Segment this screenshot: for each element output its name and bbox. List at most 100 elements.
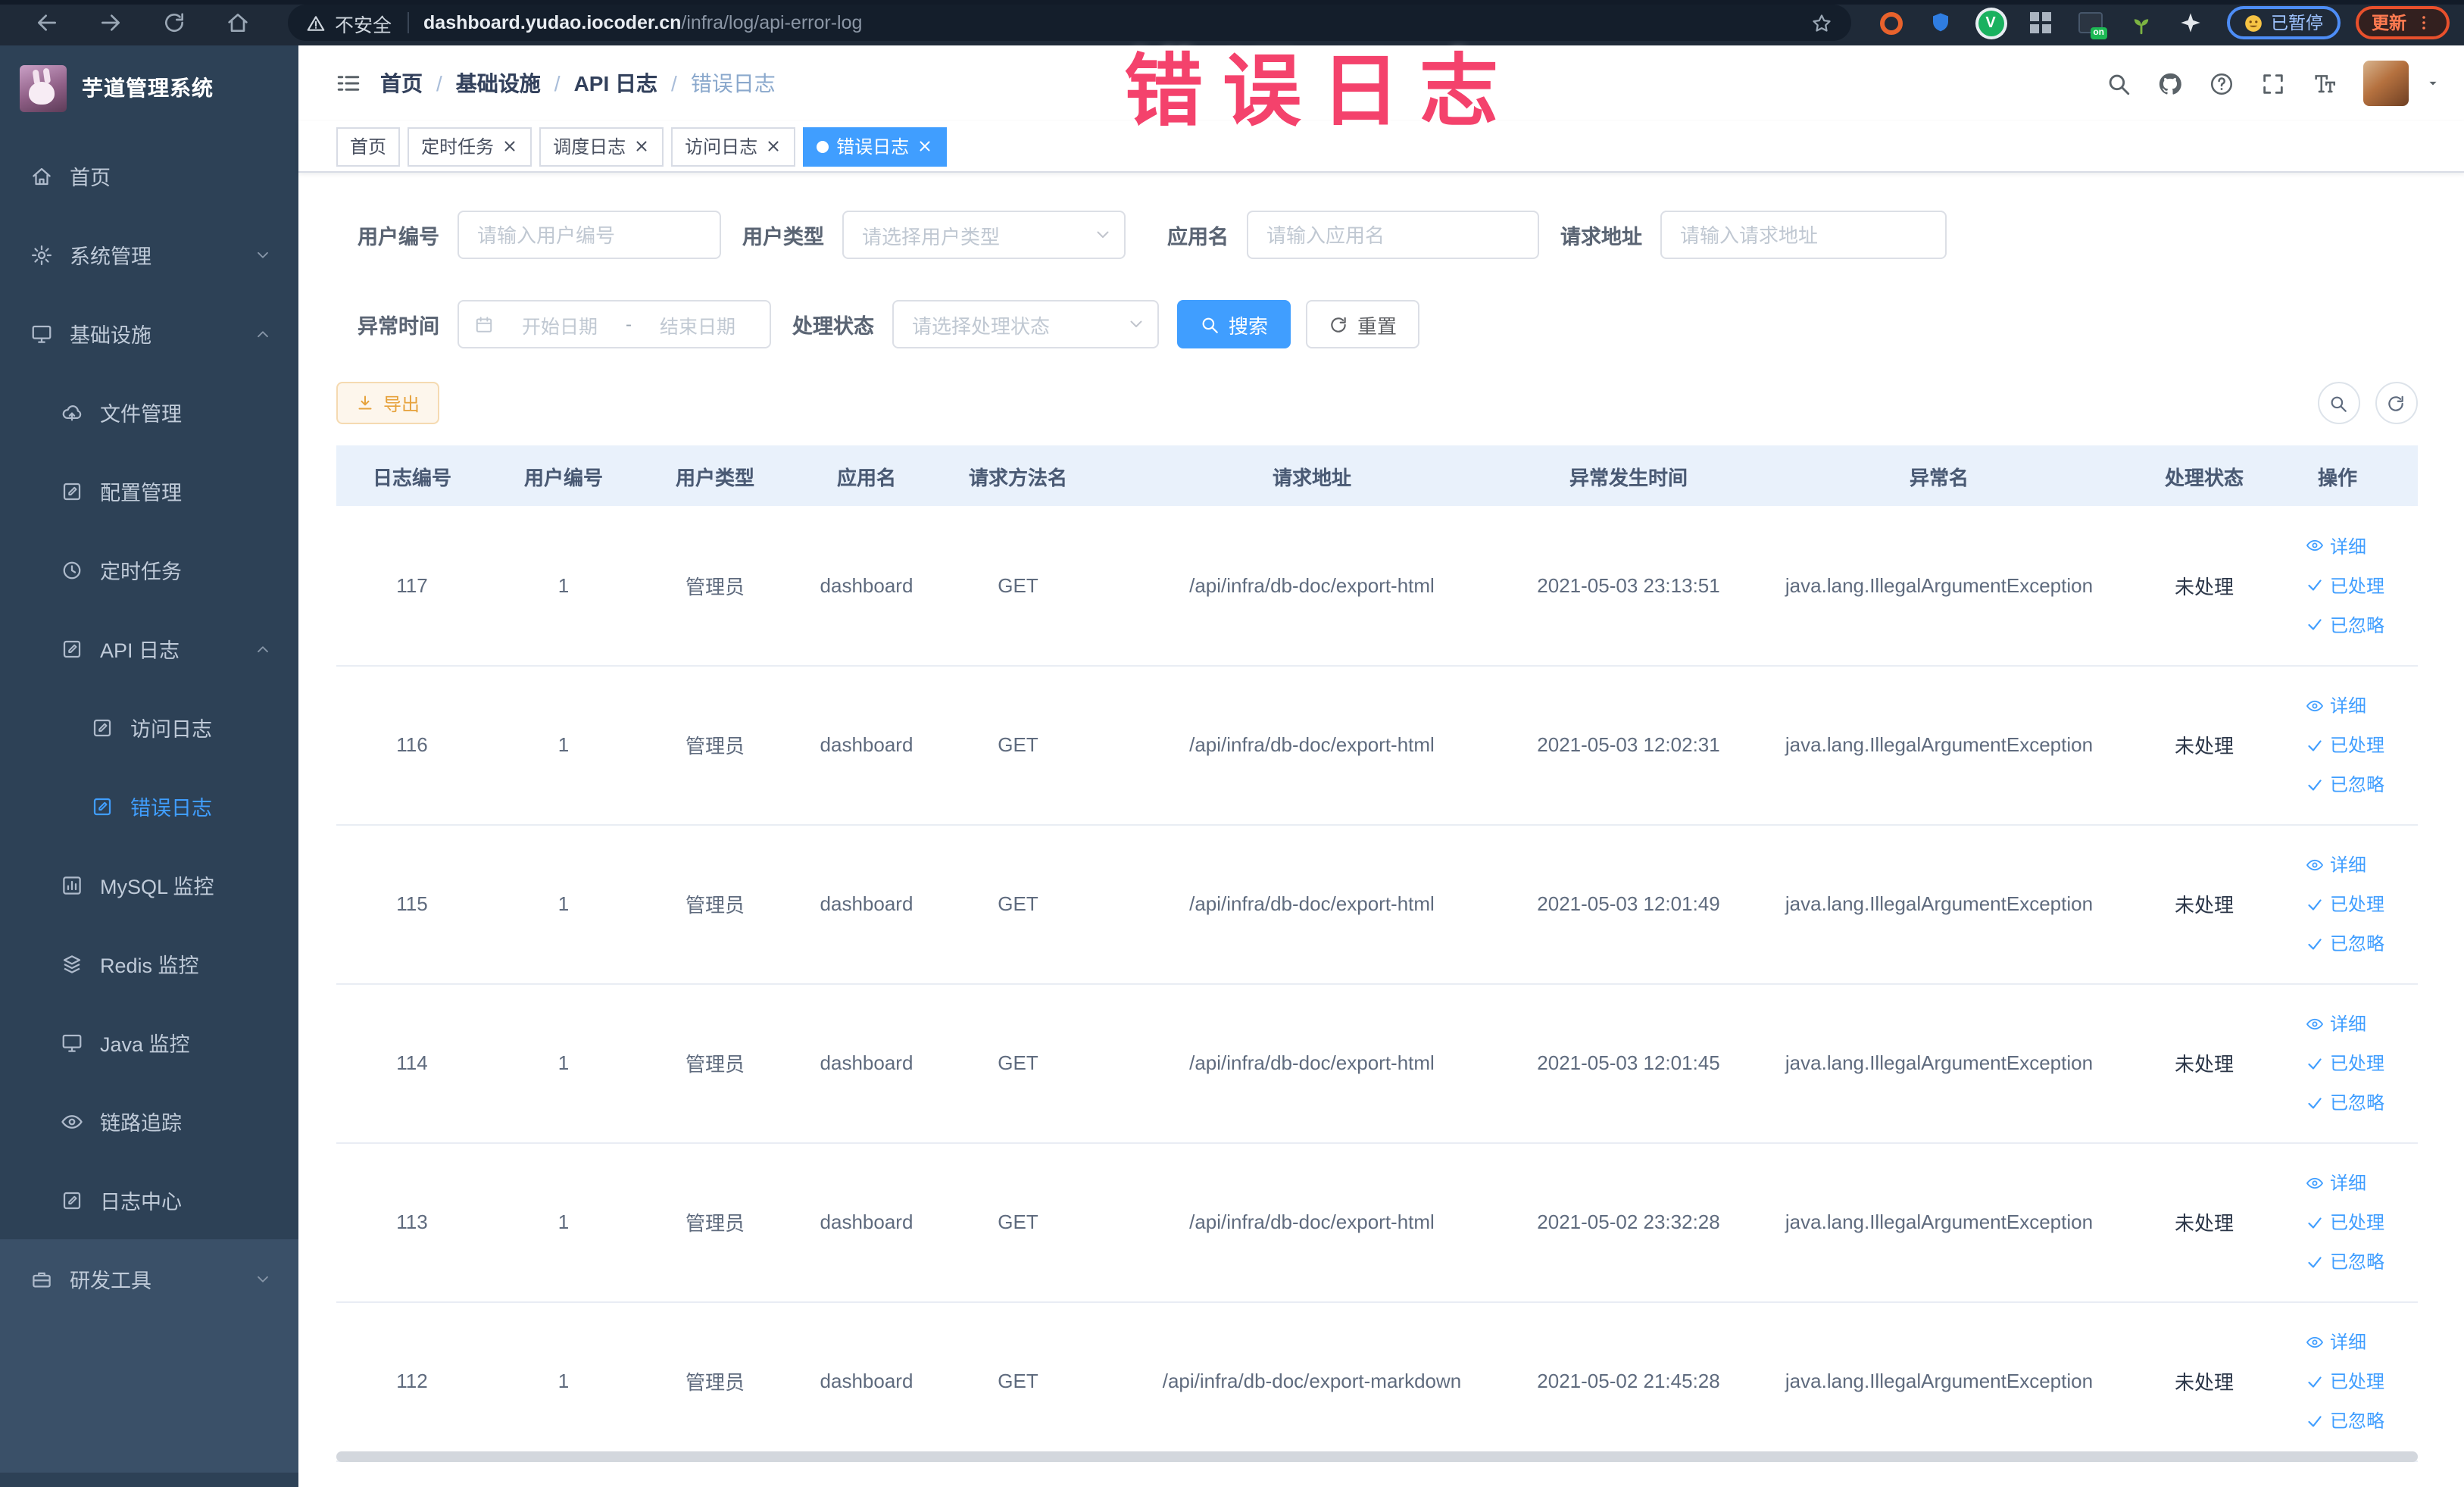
sidebar-item-11-monitor[interactable]: Java 监控 xyxy=(0,1003,298,1082)
tag-错误日志[interactable]: 错误日志 xyxy=(803,127,948,166)
navbar-actions xyxy=(2105,61,2440,106)
browser-home-icon[interactable] xyxy=(226,11,250,35)
paused-badge[interactable]: 已暂停 xyxy=(2227,6,2340,39)
extension-grid-icon[interactable] xyxy=(2025,8,2056,38)
cell-status: 未处理 xyxy=(2151,824,2257,984)
docs-question-icon[interactable] xyxy=(2208,70,2234,96)
sidebar-item-3-cloud[interactable]: 文件管理 xyxy=(0,373,298,451)
cell-actions: 详细 已处理 已忽略 xyxy=(2257,983,2418,1143)
process-status-select[interactable]: 请选择处理状态 xyxy=(892,300,1159,348)
avatar-caret-icon[interactable] xyxy=(2425,76,2440,91)
tag-close-icon[interactable] xyxy=(765,138,782,155)
breadcrumb-item[interactable]: 基础设施 xyxy=(456,68,541,98)
extension-v-icon[interactable]: V xyxy=(1975,8,2006,38)
ignored-link[interactable]: 已忽略 xyxy=(2306,771,2384,797)
extension-shield-icon[interactable] xyxy=(1925,8,1956,38)
main-panel: 首页 / 基础设施 / API 日志 / 错误日志 首页 定时任务 调度日志 访… xyxy=(298,45,2464,1487)
tag-close-icon[interactable] xyxy=(917,138,933,155)
user-avatar[interactable] xyxy=(2363,61,2408,106)
col-exception-name: 异常名 xyxy=(1727,445,2151,506)
sidebar-item-5-clock[interactable]: 定时任务 xyxy=(0,530,298,609)
sidebar-item-14-toolbox[interactable]: 研发工具 xyxy=(0,1239,298,1318)
sidebar-item-2-monitor[interactable]: 基础设施 xyxy=(0,294,298,373)
detail-link[interactable]: 详细 xyxy=(2306,1011,2366,1036)
user-type-select[interactable]: 请选择用户类型 xyxy=(842,211,1126,259)
sidebar: 芋道管理系统 首页 系统管理 基础设施 文件管理 配置管理 定时任务 API 日… xyxy=(0,45,298,1487)
check-icon xyxy=(2306,1252,2324,1270)
sidebar-logo[interactable]: 芋道管理系统 xyxy=(0,45,298,130)
breadcrumb-item[interactable]: API 日志 xyxy=(574,68,657,98)
sidebar-item-4-edit[interactable]: 配置管理 xyxy=(0,451,298,530)
browser-reload-icon[interactable] xyxy=(162,11,186,35)
processed-link[interactable]: 已处理 xyxy=(2306,891,2384,917)
processed-link[interactable]: 已处理 xyxy=(2306,1368,2384,1394)
sidebar-item-10-layers[interactable]: Redis 监控 xyxy=(0,924,298,1003)
horizontal-scrollbar[interactable] xyxy=(336,1451,2418,1462)
processed-link[interactable]: 已处理 xyxy=(2306,1209,2384,1235)
tag-调度日志[interactable]: 调度日志 xyxy=(539,127,664,166)
browser-menu-icon[interactable] xyxy=(2414,14,2432,32)
detail-link[interactable]: 详细 xyxy=(2306,851,2366,877)
user-id-input[interactable] xyxy=(458,211,721,259)
sidebar-item-1-gear[interactable]: 系统管理 xyxy=(0,215,298,294)
extension-ring-icon[interactable] xyxy=(1875,8,1906,38)
app-name-input[interactable] xyxy=(1247,211,1539,259)
address-bar[interactable]: 不安全 dashboard.yudao.iocoder.cn/infra/log… xyxy=(288,5,1851,41)
sidebar-item-9-chart[interactable]: MySQL 监控 xyxy=(0,845,298,924)
monitor-icon xyxy=(61,1031,83,1054)
ignored-link[interactable]: 已忽略 xyxy=(2306,1089,2384,1115)
ignored-link[interactable]: 已忽略 xyxy=(2306,1248,2384,1274)
screenshot-root: 不安全 dashboard.yudao.iocoder.cn/infra/log… xyxy=(0,0,2464,1487)
detail-link[interactable]: 详细 xyxy=(2306,692,2366,718)
date-range-picker[interactable]: 开始日期 - 结束日期 xyxy=(458,300,771,348)
extension-on-icon[interactable]: on xyxy=(2075,8,2107,39)
reset-button[interactable]: 重置 xyxy=(1306,300,1420,348)
tag-首页[interactable]: 首页 xyxy=(336,127,401,166)
processed-link[interactable]: 已处理 xyxy=(2306,732,2384,758)
toggle-search-button[interactable] xyxy=(2317,382,2359,424)
sidebar-item-13-edit[interactable]: 日志中心 xyxy=(0,1161,298,1239)
processed-link[interactable]: 已处理 xyxy=(2306,1050,2384,1076)
download-icon xyxy=(356,394,374,412)
sidebar-item-0-home[interactable]: 首页 xyxy=(0,136,298,215)
ignored-link[interactable]: 已忽略 xyxy=(2306,1407,2384,1433)
update-button[interactable]: 更新 xyxy=(2355,6,2449,39)
extension-puzzle-icon[interactable] xyxy=(2175,8,2206,38)
export-button[interactable]: 导出 xyxy=(336,382,440,424)
hamburger-icon[interactable] xyxy=(335,70,362,97)
browser-back-icon[interactable] xyxy=(35,11,59,35)
chevron-up-icon xyxy=(255,325,271,342)
sidebar-item-label: Java 监控 xyxy=(100,1033,190,1056)
stage: 不安全 dashboard.yudao.iocoder.cn/infra/log… xyxy=(0,0,2464,1487)
tag-访问日志[interactable]: 访问日志 xyxy=(671,127,796,166)
sidebar-item-7-edit[interactable]: 访问日志 xyxy=(0,688,298,767)
github-icon[interactable] xyxy=(2156,70,2182,96)
sidebar-item-8-edit[interactable]: 错误日志 xyxy=(0,767,298,845)
cell-log-id: 115 xyxy=(336,824,488,984)
cell-log-id: 113 xyxy=(336,1142,488,1302)
browser-forward-icon[interactable] xyxy=(98,11,123,35)
request-url-input[interactable] xyxy=(1660,211,1947,259)
detail-link[interactable]: 详细 xyxy=(2306,533,2366,559)
table-row: 114 1 管理员 dashboard GET /api/infra/db-do… xyxy=(336,983,2418,1143)
breadcrumb-item[interactable]: 首页 xyxy=(380,68,423,98)
cell-app-name: dashboard xyxy=(791,665,942,825)
sidebar-item-6-edit[interactable]: API 日志 xyxy=(0,609,298,688)
sidebar-item-12-eye[interactable]: 链路追踪 xyxy=(0,1082,298,1161)
tag-close-icon[interactable] xyxy=(633,138,650,155)
font-size-icon[interactable] xyxy=(2311,70,2337,96)
ignored-link[interactable]: 已忽略 xyxy=(2306,612,2384,638)
tag-close-icon[interactable] xyxy=(501,138,518,155)
search-button[interactable]: 搜索 xyxy=(1177,300,1291,348)
ignored-link[interactable]: 已忽略 xyxy=(2306,930,2384,956)
processed-link[interactable]: 已处理 xyxy=(2306,573,2384,598)
fullscreen-icon[interactable] xyxy=(2259,70,2285,96)
refresh-table-button[interactable] xyxy=(2375,382,2417,424)
detail-link[interactable]: 详细 xyxy=(2306,1329,2366,1354)
search-icon[interactable] xyxy=(2105,70,2131,96)
bookmark-star-icon[interactable] xyxy=(1810,11,1833,34)
extension-sprout-icon[interactable] xyxy=(2125,8,2156,38)
annotation-overlay: 错误日志 xyxy=(1124,48,1519,136)
tag-定时任务[interactable]: 定时任务 xyxy=(408,127,532,166)
detail-link[interactable]: 详细 xyxy=(2306,1170,2366,1195)
